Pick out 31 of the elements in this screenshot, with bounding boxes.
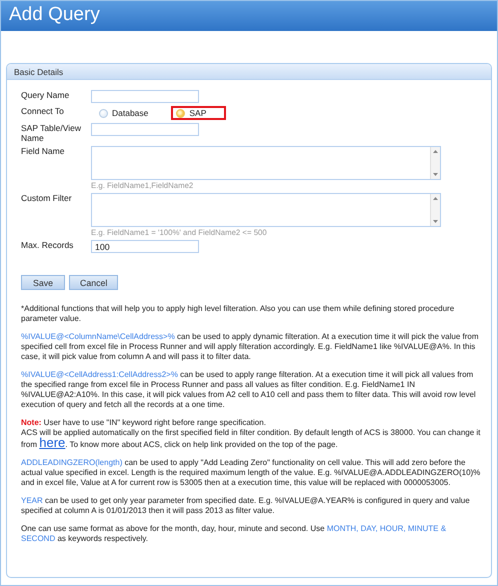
help-paragraph: Note: User have to use "IN" keyword right before range specification. ACS will be applied automatically on the first specified field in filter condition. By default length of ACS is 38000. You can change it from here. To know more about ACS, click on help link provided on the top of the page. xyxy=(21,418,481,450)
help-paragraph: One can use same format as above for the month, day, hour, minute and second. Use MONTH, DAY, HOUR, MINUTE & SECOND as keywords respectively. xyxy=(21,524,448,544)
help-paragraph: %IVALUE@<CellAddress1:CellAddress2>% can be used to apply range filteration. At a execution time it will pick all values from the specified range from excel file in Process Runner and pass all values as filter condition. E.g. FieldName1 IN %IVALUE@A2:A10%. In this case, it will pick values from A2 cell to A10 cell and pass them to filter data. This will avoid row level execution of query and fetch all the records at a one time. xyxy=(21,370,477,410)
field-label: Field Name xyxy=(21,146,66,156)
form-button[interactable]: Cancel xyxy=(69,275,118,290)
help-paragraph: YEAR can be used to get only year parameter from specified date. E.g. %IVALUE@A.YEAR% is configured in query and value specified at column A is 01/01/2013 then it will pass 2013 as filter value. xyxy=(21,496,471,516)
field-label: SAP Table/View Name xyxy=(21,123,82,143)
text-area[interactable] xyxy=(91,193,441,227)
text-field[interactable] xyxy=(91,90,199,103)
help-paragraph: %IVALUE@<ColumnName\CellAddress>% can be used to apply dynamic filteration. At a execution time it will pick the value from specified cell from excel file in Process Runner and will apply filteration accordingly. E.g. FieldName1 like %IVALUE@A%. In this case, it will pick value from column A and will pass it to filter data. xyxy=(21,332,480,362)
field-label: Max. Records xyxy=(21,240,74,250)
radio-button[interactable] xyxy=(176,108,186,118)
field-label: Custom Filter xyxy=(21,193,73,204)
scroll-down-icon[interactable] xyxy=(433,220,438,223)
help-link[interactable]: here xyxy=(39,435,66,450)
help-paragraph: ADDLEADINGZERO(length) can be used to apply "Add Leading Zero" functionality on cell value. This will add zero before the actual value specified in excel. Length is the required maximum length of the value. E.g. %IVALUE@A.ADDLEADINGZERO(10)% and in excel file, Value at A for current row is 53005 then at a execution time, this value will be replaced with 0000053005. xyxy=(21,458,481,488)
radio-button[interactable] xyxy=(99,108,108,118)
panel-title: Basic Details xyxy=(14,67,64,77)
radio-label[interactable]: Database xyxy=(112,108,148,118)
text-field[interactable]: 100 xyxy=(91,240,199,253)
text-field[interactable] xyxy=(91,123,199,136)
scroll-up-icon[interactable] xyxy=(433,197,438,200)
form-button[interactable]: Save xyxy=(21,275,65,290)
scroll-up-icon[interactable] xyxy=(433,150,438,153)
field-label: Query Name xyxy=(21,90,70,100)
scroll-down-icon[interactable] xyxy=(433,173,438,176)
field-label: Connect To xyxy=(21,106,65,116)
help-paragraph: *Additional functions that will help you to apply high level filteration. Also you can use them while defining stored procedure parameter value. xyxy=(21,304,456,324)
text-area[interactable] xyxy=(91,146,441,180)
page-title: Add Query xyxy=(9,4,100,26)
radio-label[interactable]: SAP xyxy=(189,108,206,118)
